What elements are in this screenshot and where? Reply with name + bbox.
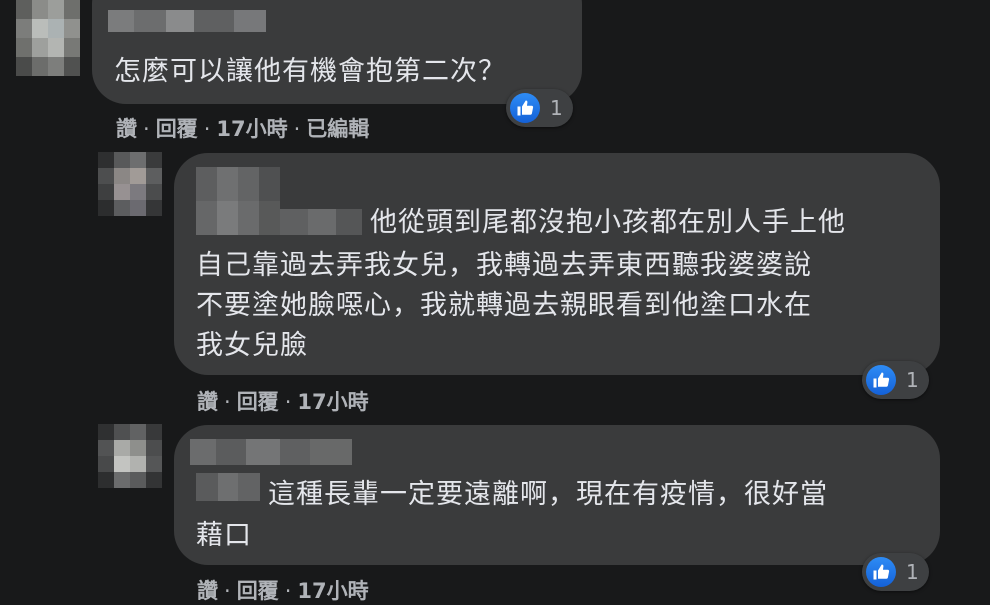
reaction-count: 1: [906, 368, 919, 392]
thumbs-up-icon: [866, 557, 896, 587]
like-link[interactable]: 讚: [197, 390, 218, 414]
thumbs-up-icon: [866, 365, 896, 395]
separator: ·: [284, 579, 292, 603]
separator: ·: [284, 390, 292, 414]
comment-text: 藉口: [196, 520, 252, 551]
reaction-summary[interactable]: 1: [862, 553, 929, 591]
comment-actions: 讚 · 回覆 · 17小時: [197, 575, 369, 605]
comment-text: 怎麼可以讓他有機會抱第二次？: [114, 56, 506, 87]
separator: ·: [293, 117, 301, 141]
comment-text: 不要塗她臉噁心，我就轉過去親眼看到他塗口水在: [196, 290, 812, 321]
timestamp-link[interactable]: 17小時: [216, 117, 287, 141]
timestamp-link[interactable]: 17小時: [297, 390, 368, 414]
reaction-count: 1: [906, 560, 919, 584]
separator: ·: [224, 579, 231, 603]
avatar[interactable]: [98, 424, 162, 488]
reply-link[interactable]: 回覆: [237, 579, 279, 603]
reaction-summary[interactable]: 1: [862, 361, 929, 399]
author-name-blurred[interactable]: [196, 167, 280, 235]
timestamp-link[interactable]: 17小時: [297, 579, 368, 603]
separator: ·: [203, 117, 211, 141]
thumbs-up-icon: [510, 93, 540, 123]
comment-actions: 讚 · 回覆 · 17小時 · 已編輯: [116, 113, 369, 143]
reply-link[interactable]: 回覆: [156, 117, 198, 141]
avatar[interactable]: [98, 152, 162, 216]
author-name-blurred[interactable]: [190, 439, 352, 465]
comment-text: 我女兒臉: [196, 330, 308, 361]
comment-actions: 讚 · 回覆 · 17小時: [197, 386, 369, 416]
comment-text: 他從頭到尾都沒抱小孩都在別人手上他: [370, 207, 846, 238]
reaction-count: 1: [550, 96, 563, 120]
separator: ·: [224, 390, 231, 414]
author-name-blurred: [280, 209, 362, 235]
author-name-blurred[interactable]: [108, 10, 266, 32]
comment-bubble: 怎麼可以讓他有機會抱第二次？: [92, 0, 582, 104]
separator: ·: [143, 117, 150, 141]
reaction-summary[interactable]: 1: [506, 89, 573, 127]
like-link[interactable]: 讚: [197, 579, 218, 603]
comment-text: 自己靠過去弄我女兒，我轉過去弄東西聽我婆婆說: [196, 250, 812, 281]
reply-link[interactable]: 回覆: [237, 390, 279, 414]
edited-label[interactable]: 已編輯: [306, 117, 369, 141]
comment-bubble: 他從頭到尾都沒抱小孩都在別人手上他 自己靠過去弄我女兒，我轉過去弄東西聽我婆婆說…: [174, 153, 940, 375]
comment-bubble: 這種長輩一定要遠離啊，現在有疫情，很好當 藉口: [174, 425, 940, 565]
author-name-blurred: [196, 473, 260, 501]
avatar[interactable]: [16, 0, 80, 76]
comment-text: 這種長輩一定要遠離啊，現在有疫情，很好當: [268, 479, 828, 510]
like-link[interactable]: 讚: [116, 117, 137, 141]
